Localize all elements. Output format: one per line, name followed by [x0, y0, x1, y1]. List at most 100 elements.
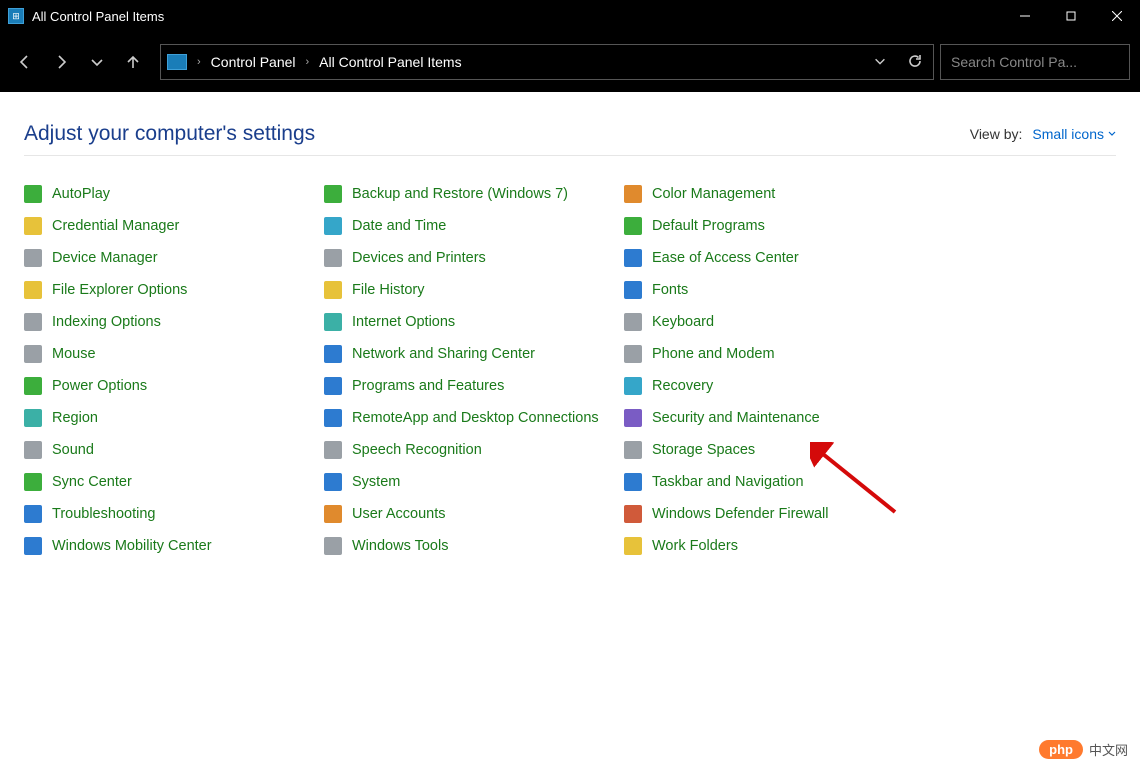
watermark-text: 中文网: [1089, 740, 1128, 759]
cp-item-security[interactable]: Security and Maintenance: [624, 408, 924, 428]
taskbar-icon: [624, 473, 642, 491]
cp-item-mobility[interactable]: Windows Mobility Center: [24, 536, 324, 556]
cp-item-label: Ease of Access Center: [652, 250, 799, 266]
cp-item-label: File Explorer Options: [52, 282, 187, 298]
refresh-button[interactable]: [907, 53, 923, 72]
cp-item-label: Devices and Printers: [352, 250, 486, 266]
backup-icon: [324, 185, 342, 203]
search-box[interactable]: [940, 44, 1130, 80]
ease-icon: [624, 249, 642, 267]
cp-item-label: Backup and Restore (Windows 7): [352, 186, 568, 202]
close-button[interactable]: [1094, 0, 1140, 32]
cp-item-label: Troubleshooting: [52, 506, 155, 522]
breadcrumb-all-items[interactable]: All Control Panel Items: [319, 54, 461, 70]
cp-item-mouse[interactable]: Mouse: [24, 344, 324, 364]
cp-item-defaults[interactable]: Default Programs: [624, 216, 924, 236]
control-panel-icon: ⊞: [8, 8, 24, 24]
cp-item-phone[interactable]: Phone and Modem: [624, 344, 924, 364]
watermark-pill: php: [1039, 740, 1083, 759]
cp-item-keyboard[interactable]: Keyboard: [624, 312, 924, 332]
cp-item-label: Windows Mobility Center: [52, 538, 212, 554]
cp-item-firewall[interactable]: Windows Defender Firewall: [624, 504, 924, 524]
cp-item-label: Region: [52, 410, 98, 426]
view-by-dropdown[interactable]: Small icons: [1032, 126, 1116, 142]
cp-item-printers[interactable]: Devices and Printers: [324, 248, 624, 268]
remoteapp-icon: [324, 409, 342, 427]
cp-item-label: Sound: [52, 442, 94, 458]
recent-locations-button[interactable]: [82, 47, 112, 77]
cp-item-label: Windows Defender Firewall: [652, 506, 828, 522]
search-input[interactable]: [951, 54, 1132, 70]
address-bar[interactable]: › Control Panel › All Control Panel Item…: [160, 44, 934, 80]
cp-item-sync[interactable]: Sync Center: [24, 472, 324, 492]
cp-item-speech[interactable]: Speech Recognition: [324, 440, 624, 460]
cp-item-label: Work Folders: [652, 538, 738, 554]
cp-item-label: Programs and Features: [352, 378, 504, 394]
cp-item-ease[interactable]: Ease of Access Center: [624, 248, 924, 268]
sync-icon: [24, 473, 42, 491]
cp-item-remoteapp[interactable]: RemoteApp and Desktop Connections: [324, 408, 624, 428]
mobility-icon: [24, 537, 42, 555]
mouse-icon: [24, 345, 42, 363]
cp-item-indexing[interactable]: Indexing Options: [24, 312, 324, 332]
cp-item-label: User Accounts: [352, 506, 446, 522]
workfolders-icon: [624, 537, 642, 555]
cp-item-recovery[interactable]: Recovery: [624, 376, 924, 396]
cp-item-backup[interactable]: Backup and Restore (Windows 7): [324, 184, 624, 204]
cp-item-region[interactable]: Region: [24, 408, 324, 428]
cp-item-device[interactable]: Device Manager: [24, 248, 324, 268]
breadcrumb-separator-icon: ›: [302, 56, 314, 68]
cp-item-troubleshoot[interactable]: Troubleshooting: [24, 504, 324, 524]
cp-item-label: Sync Center: [52, 474, 132, 490]
cp-item-network[interactable]: Network and Sharing Center: [324, 344, 624, 364]
cp-item-taskbar[interactable]: Taskbar and Navigation: [624, 472, 924, 492]
region-icon: [24, 409, 42, 427]
cp-item-autoplay[interactable]: AutoPlay: [24, 184, 324, 204]
cp-item-workfolders[interactable]: Work Folders: [624, 536, 924, 556]
cp-item-label: Power Options: [52, 378, 147, 394]
navigation-toolbar: › Control Panel › All Control Panel Item…: [0, 32, 1140, 92]
cp-item-storage[interactable]: Storage Spaces: [624, 440, 924, 460]
address-dropdown-icon[interactable]: [873, 54, 887, 71]
cp-item-color[interactable]: Color Management: [624, 184, 924, 204]
back-button[interactable]: [10, 47, 40, 77]
cp-item-folder-options[interactable]: File Explorer Options: [24, 280, 324, 300]
indexing-icon: [24, 313, 42, 331]
content-header: Adjust your computer's settings View by:…: [24, 112, 1116, 156]
cp-item-label: Speech Recognition: [352, 442, 482, 458]
cp-item-label: Indexing Options: [52, 314, 161, 330]
cp-item-tools[interactable]: Windows Tools: [324, 536, 624, 556]
phone-icon: [624, 345, 642, 363]
fonts-icon: [624, 281, 642, 299]
maximize-button[interactable]: [1048, 0, 1094, 32]
cp-item-power[interactable]: Power Options: [24, 376, 324, 396]
cp-item-system[interactable]: System: [324, 472, 624, 492]
cp-item-sound[interactable]: Sound: [24, 440, 324, 460]
cp-item-label: Storage Spaces: [652, 442, 755, 458]
cp-item-programs[interactable]: Programs and Features: [324, 376, 624, 396]
breadcrumb-control-panel[interactable]: Control Panel: [211, 54, 296, 70]
cp-item-users[interactable]: User Accounts: [324, 504, 624, 524]
storage-icon: [624, 441, 642, 459]
cp-item-label: RemoteApp and Desktop Connections: [352, 410, 599, 426]
cp-item-label: AutoPlay: [52, 186, 110, 202]
cp-item-datetime[interactable]: Date and Time: [324, 216, 624, 236]
cp-item-label: System: [352, 474, 400, 490]
minimize-button[interactable]: [1002, 0, 1048, 32]
watermark: php 中文网: [1039, 740, 1128, 759]
cp-item-label: Date and Time: [352, 218, 446, 234]
firewall-icon: [624, 505, 642, 523]
sound-icon: [24, 441, 42, 459]
cp-item-label: Security and Maintenance: [652, 410, 820, 426]
folder-options-icon: [24, 281, 42, 299]
cp-item-filehistory[interactable]: File History: [324, 280, 624, 300]
cp-item-fonts[interactable]: Fonts: [624, 280, 924, 300]
cp-item-internet[interactable]: Internet Options: [324, 312, 624, 332]
cp-item-label: Default Programs: [652, 218, 765, 234]
control-panel-grid: AutoPlay Backup and Restore (Windows 7) Co…: [24, 184, 1116, 556]
forward-button[interactable]: [46, 47, 76, 77]
view-by-label: View by:: [970, 126, 1023, 142]
defaults-icon: [624, 217, 642, 235]
up-button[interactable]: [118, 47, 148, 77]
cp-item-credential[interactable]: Credential Manager: [24, 216, 324, 236]
